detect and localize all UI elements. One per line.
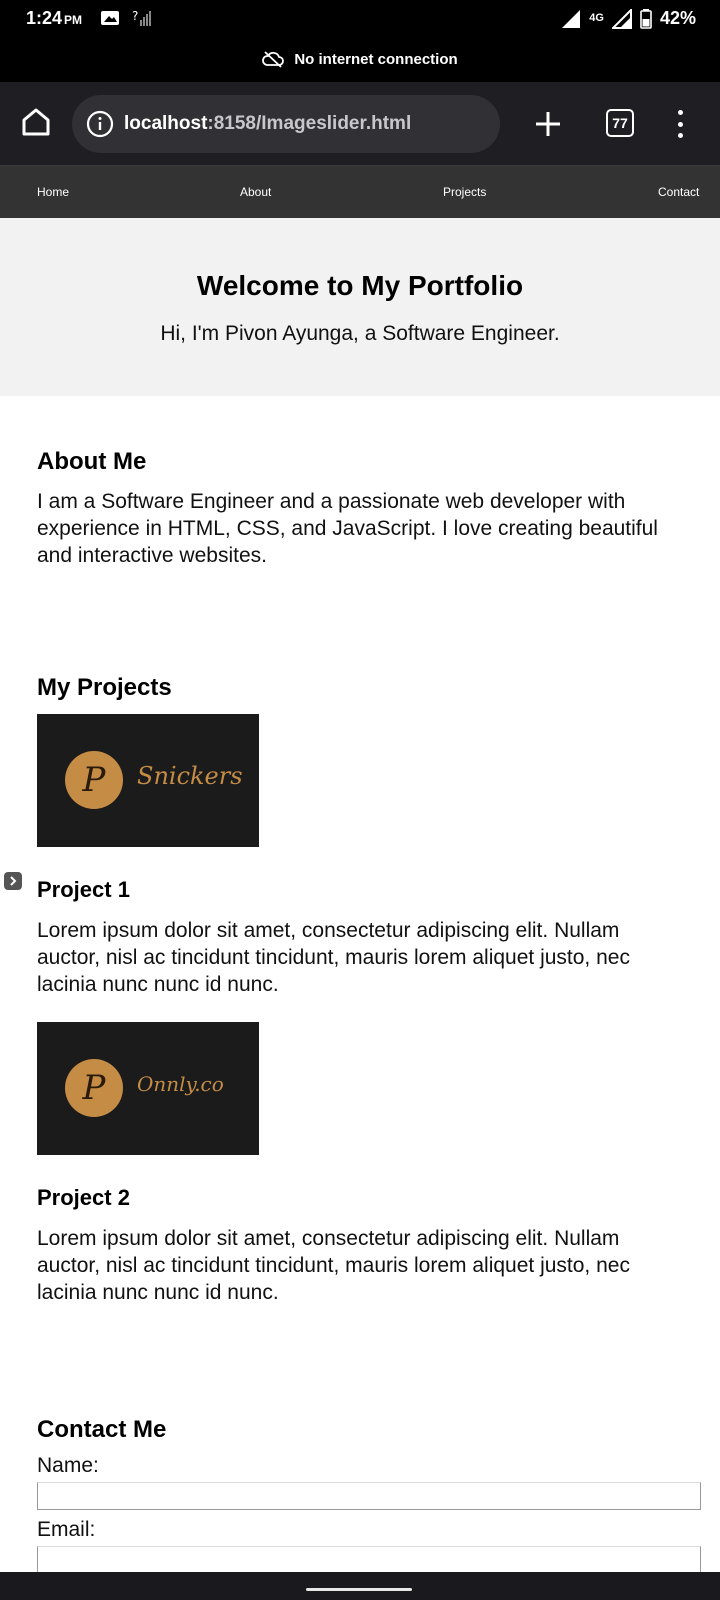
address-bar[interactable]: localhost:8158/Imageslider.html — [72, 95, 500, 153]
about-heading: About Me — [37, 448, 147, 475]
new-tab-button[interactable] — [532, 104, 564, 144]
home-icon — [22, 108, 50, 136]
status-time: 1:24 PM — [26, 8, 82, 29]
tab-count: 77 — [612, 115, 628, 131]
clock-ampm: PM — [64, 13, 83, 27]
battery-icon — [640, 8, 652, 29]
about-section: About Me I am a Software Engineer and a … — [37, 448, 687, 569]
contact-heading: Contact Me — [37, 1416, 167, 1443]
home-button[interactable] — [18, 104, 54, 140]
signal-icon-2 — [611, 8, 632, 29]
image-notification-icon — [101, 11, 119, 25]
chevron-right-icon — [10, 876, 17, 886]
no-signal-icon: ? — [132, 9, 151, 26]
logo-letter: P — [82, 1068, 106, 1108]
project-2-title: Project 2 — [37, 1185, 130, 1210]
project-1-text: Lorem ipsum dolor sit amet, consectetur … — [37, 919, 630, 996]
logo-wordmark: Snickers — [137, 762, 243, 790]
name-label: Name: — [37, 1454, 99, 1477]
logo-letter: P — [82, 760, 106, 800]
url-path: :8158/Imageslider.html — [207, 113, 412, 134]
more-menu-button[interactable] — [668, 106, 692, 142]
contact-section: Contact Me Name: Email: — [37, 1416, 701, 1574]
offline-text: No internet connection — [294, 50, 458, 68]
battery-percent: 42% — [659, 8, 696, 28]
side-panel-handle[interactable] — [4, 872, 22, 890]
email-label: Email: — [37, 1518, 96, 1541]
about-text: I am a Software Engineer and a passionat… — [37, 490, 658, 567]
logo-emblem: P — [65, 751, 123, 809]
site-nav: Home About Projects Contact — [0, 166, 720, 218]
notification-icons: ? — [100, 8, 152, 28]
status-right-icons: 4G 42% — [561, 8, 696, 29]
signal-icon — [562, 9, 581, 28]
logo-emblem: P — [65, 1059, 123, 1117]
nav-link-about[interactable]: About — [240, 185, 271, 199]
projects-section: My Projects P Snickers Project 1 Lorem i… — [37, 674, 687, 1306]
url-text[interactable]: localhost:8158/Imageslider.html — [124, 113, 411, 135]
offline-banner: No internet connection — [0, 36, 720, 82]
svg-text:?: ? — [132, 9, 138, 23]
nav-link-contact[interactable]: Contact — [658, 185, 699, 199]
menu-dot — [677, 133, 683, 138]
menu-dot — [677, 110, 683, 115]
nav-link-home[interactable]: Home — [37, 185, 69, 199]
name-input[interactable] — [37, 1482, 701, 1510]
email-input[interactable] — [37, 1546, 701, 1574]
plus-icon — [536, 112, 560, 136]
logo-wordmark: Onnly.co — [137, 1072, 224, 1096]
hero-section: Welcome to My Portfolio Hi, I'm Pivon Ay… — [0, 218, 720, 396]
nav-link-projects[interactable]: Projects — [443, 185, 486, 199]
browser-toolbar: localhost:8158/Imageslider.html 77 — [0, 82, 720, 166]
system-nav-bar — [0, 1572, 720, 1600]
cloud-off-icon — [262, 51, 285, 68]
status-bar: 1:24 PM ? 4G 42% — [0, 0, 720, 36]
project-2-text: Lorem ipsum dolor sit amet, consectetur … — [37, 1227, 630, 1304]
network-type: 4G — [589, 12, 604, 24]
projects-heading: My Projects — [37, 674, 172, 701]
menu-dot — [677, 121, 683, 127]
project-1-title: Project 1 — [37, 877, 130, 902]
clock-time: 1:24 — [26, 8, 63, 28]
project-1-image: P Snickers — [37, 714, 259, 847]
tab-switcher-button[interactable]: 77 — [606, 109, 634, 137]
hero-title: Welcome to My Portfolio — [196, 270, 524, 301]
url-host: localhost — [124, 113, 208, 134]
info-icon[interactable] — [86, 110, 114, 138]
hero-subtitle: Hi, I'm Pivon Ayunga, a Software Enginee… — [160, 322, 560, 345]
project-2-image: P Onnly.co — [37, 1022, 259, 1155]
home-gesture-bar[interactable] — [306, 1588, 412, 1591]
